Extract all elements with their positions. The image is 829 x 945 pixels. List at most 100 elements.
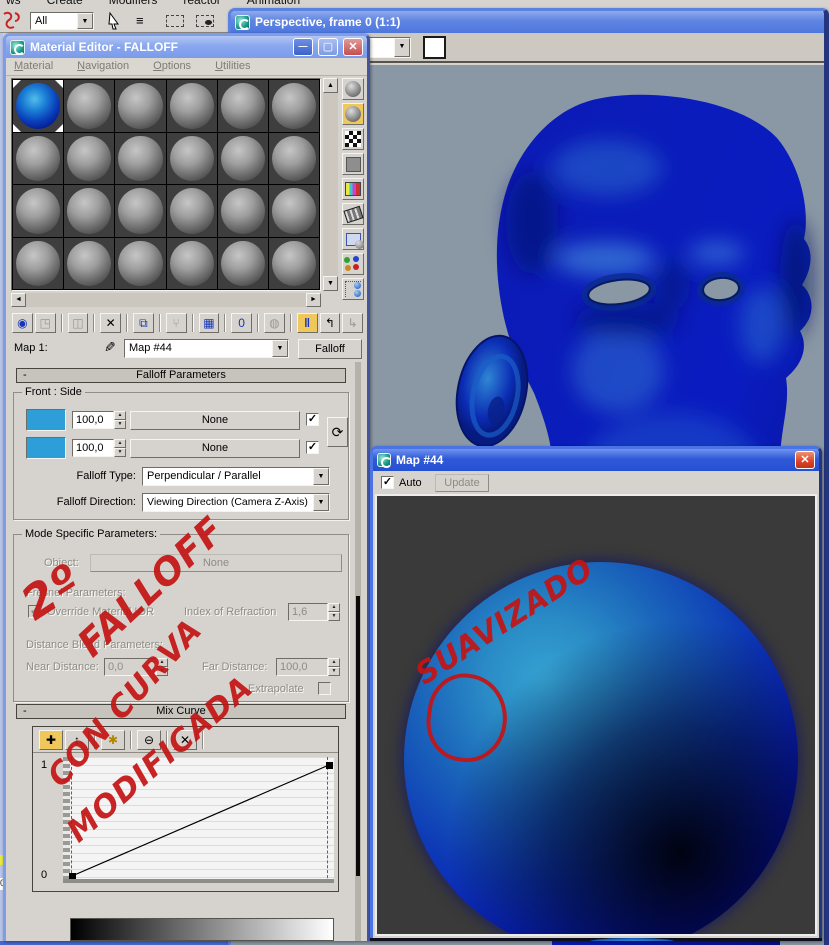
material-sample-slot[interactable] — [63, 131, 116, 185]
falloff-color-swatch[interactable] — [26, 409, 66, 431]
background-icon[interactable] — [342, 128, 364, 150]
falloff-type-dropdown[interactable]: Perpendicular / Parallel ▼ — [142, 467, 330, 486]
material-sample-slot[interactable] — [165, 131, 218, 185]
material-sample-slot[interactable] — [63, 79, 116, 133]
material-sample-slot[interactable] — [114, 79, 167, 133]
scroll-left-icon[interactable]: ◄ — [11, 293, 26, 307]
go-to-parent-icon[interactable]: ↰ — [319, 313, 341, 333]
close-button[interactable]: ✕ — [343, 38, 363, 56]
ior-spinner[interactable]: 1,6 ▲ ▼ — [288, 603, 340, 621]
app-menu-modifiers[interactable]: Modifiers — [109, 0, 158, 7]
material-id-channel-icon[interactable]: 0 — [231, 313, 252, 333]
material-sample-slot[interactable] — [216, 131, 269, 185]
video-color-check-icon[interactable] — [342, 178, 364, 200]
dropdown-arrow-icon[interactable]: ▼ — [272, 340, 288, 357]
material-sample-slot[interactable] — [165, 79, 218, 133]
me-menu-utilities[interactable]: Utilities — [215, 60, 250, 72]
me-menu-navigation[interactable]: Navigation — [77, 60, 129, 72]
material-sample-slot[interactable] — [165, 184, 218, 238]
minimize-button[interactable]: — — [293, 38, 313, 56]
map-type-button[interactable]: Falloff — [298, 339, 362, 359]
rollout-scrollbar[interactable] — [355, 362, 361, 941]
material-sample-slot[interactable] — [11, 184, 65, 238]
material-sample-slot[interactable] — [216, 79, 269, 133]
app-menu-create[interactable]: Create — [47, 0, 83, 7]
backlight-icon[interactable] — [342, 103, 364, 125]
map-name-dropdown[interactable]: Map #44 ▼ — [124, 339, 289, 358]
material-sample-slot[interactable] — [267, 184, 321, 238]
select-by-name-icon[interactable]: ≡ — [136, 13, 144, 28]
dropdown-arrow-icon[interactable]: ▼ — [313, 468, 329, 485]
background-color-swatch[interactable] — [423, 36, 446, 59]
material-sample-slot[interactable] — [11, 236, 65, 290]
schematic-view-icon[interactable] — [1, 11, 23, 31]
material-sample-slot[interactable] — [165, 236, 218, 290]
sample-uv-tiling-icon[interactable] — [342, 153, 364, 175]
falloff-amount-spinner[interactable]: 100,0 ▲ ▼ — [72, 411, 126, 429]
go-forward-to-sibling-icon[interactable]: ↳ — [342, 313, 363, 333]
falloff-map-enable-checkbox[interactable]: ✓ — [306, 413, 319, 426]
app-menu-reactor[interactable]: reactor — [183, 0, 220, 7]
maximize-button[interactable]: ▢ — [318, 38, 338, 56]
move-point-icon[interactable]: ✚ — [39, 729, 63, 750]
me-menu-material[interactable]: Material — [14, 60, 53, 72]
scroll-up-icon[interactable]: ▲ — [323, 78, 338, 93]
me-menu-options[interactable]: Options — [153, 60, 191, 72]
swap-colors-button[interactable]: ⟳ — [327, 417, 348, 447]
options-icon[interactable] — [342, 228, 364, 250]
sample-type-sphere-icon[interactable] — [342, 78, 364, 100]
make-preview-icon[interactable] — [342, 203, 364, 225]
material-sample-slot[interactable] — [63, 184, 116, 238]
material-sample-slot[interactable] — [114, 184, 167, 238]
falloff-direction-dropdown[interactable]: Viewing Direction (Camera Z-Axis) ▼ — [142, 493, 330, 512]
selection-filter-dropdown[interactable]: All ▼ — [30, 12, 94, 30]
dropdown-arrow-icon[interactable]: ▼ — [313, 494, 329, 511]
show-map-in-viewport-icon[interactable]: ◍ — [264, 313, 285, 333]
select-by-material-icon[interactable] — [342, 253, 364, 275]
material-sample-slot[interactable] — [267, 236, 321, 290]
auto-checkbox[interactable]: ✓ — [381, 476, 394, 489]
material-map-navigator-icon[interactable] — [342, 278, 364, 300]
perspective-titlebar[interactable]: Perspective, frame 0 (1:1) — [231, 11, 824, 33]
reset-map-icon[interactable]: ✕ — [100, 313, 121, 333]
falloff-map-button[interactable]: None — [130, 411, 300, 430]
update-button[interactable]: Update — [435, 474, 489, 492]
map-window-titlebar[interactable]: Map #44 ✕ — [373, 449, 819, 471]
pick-material-icon[interactable]: ✎ — [104, 339, 116, 356]
get-material-icon[interactable]: ◉ — [12, 313, 33, 333]
far-distance-spinner[interactable]: 100,0 ▲ ▼ — [276, 658, 340, 676]
make-unique-icon[interactable]: ⑂ — [165, 313, 187, 333]
falloff-color-swatch[interactable] — [26, 437, 66, 459]
dropdown-arrow-icon[interactable]: ▼ — [394, 38, 410, 57]
material-sample-slot[interactable] — [267, 131, 321, 185]
falloff-map-enable-checkbox[interactable]: ✓ — [306, 441, 319, 454]
scroll-down-icon[interactable]: ▼ — [323, 276, 338, 291]
material-sample-slot[interactable] — [114, 236, 167, 290]
map-close-button[interactable]: ✕ — [795, 451, 815, 469]
select-object-icon[interactable] — [106, 12, 122, 30]
material-sample-slot[interactable] — [267, 79, 321, 133]
object-none-button[interactable]: None — [90, 554, 342, 572]
extrapolate-checkbox[interactable] — [318, 682, 331, 695]
rect-select-region-2-icon[interactable] — [196, 15, 214, 27]
app-menu-ws[interactable]: ws — [6, 0, 21, 7]
material-sample-slot[interactable] — [11, 79, 65, 133]
show-end-result-icon[interactable]: ‖ — [296, 313, 318, 333]
scroll-right-icon[interactable]: ► — [306, 293, 321, 307]
falloff-parameters-header[interactable]: - Falloff Parameters — [16, 368, 346, 383]
material-sample-slot[interactable] — [216, 236, 269, 290]
dropdown-arrow-icon[interactable]: ▼ — [77, 13, 93, 29]
material-sample-slot[interactable] — [216, 184, 269, 238]
falloff-amount-spinner[interactable]: 100,0 ▲ ▼ — [72, 439, 126, 457]
material-sample-slot[interactable] — [63, 236, 116, 290]
material-editor-titlebar[interactable]: Material Editor - FALLOFF — ▢ ✕ — [6, 36, 367, 58]
material-sample-slot[interactable] — [114, 131, 167, 185]
slot-vscrollbar[interactable]: ▲ ▼ — [323, 78, 338, 291]
rect-select-region-icon[interactable] — [166, 15, 184, 27]
put-to-library-icon[interactable]: ▦ — [198, 313, 220, 333]
assign-material-to-selection-icon[interactable]: ◫ — [67, 313, 89, 333]
material-sample-slot[interactable] — [11, 131, 65, 185]
make-material-copy-icon[interactable]: ⧉ — [133, 313, 154, 333]
app-menu-animation[interactable]: Animation — [247, 0, 300, 7]
slot-hscrollbar[interactable]: ◄ ► — [11, 293, 321, 307]
